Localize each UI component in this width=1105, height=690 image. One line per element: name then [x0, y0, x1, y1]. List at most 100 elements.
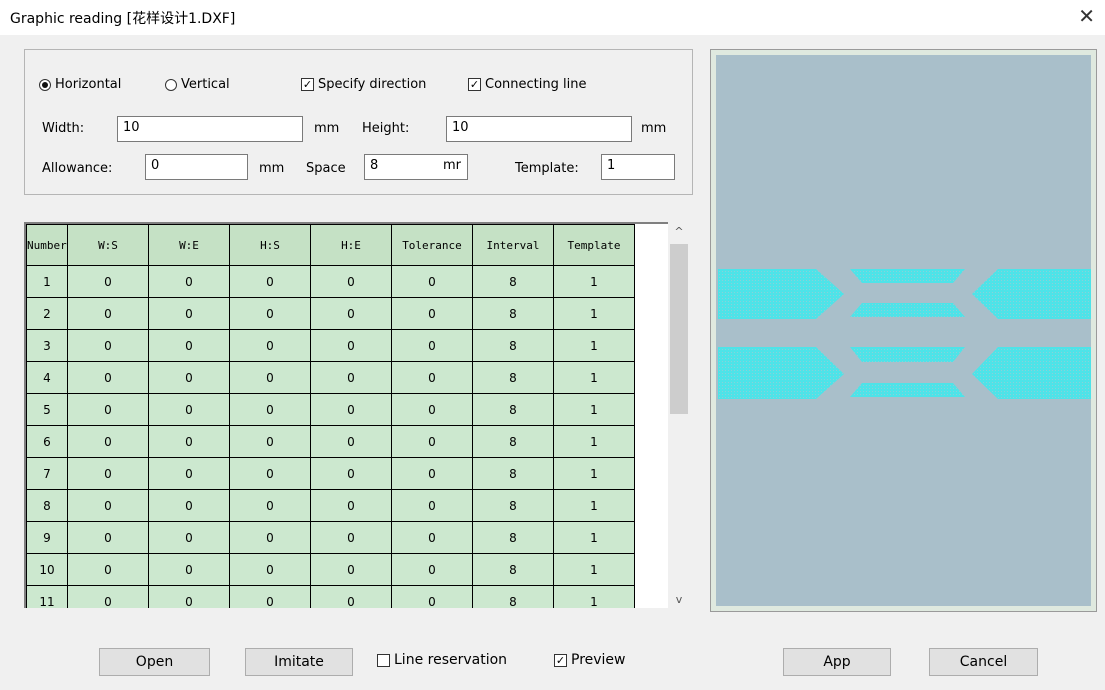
radio-vertical[interactable]: Vertical: [165, 77, 230, 92]
table-cell[interactable]: 0: [67, 361, 149, 394]
preview-checkmark-icon[interactable]: ✓: [554, 653, 567, 667]
column-header[interactable]: Interval: [472, 224, 554, 266]
table-scrollbar[interactable]: ^ v: [668, 222, 690, 610]
app-button[interactable]: App: [783, 648, 891, 676]
table-cell[interactable]: 0: [148, 265, 230, 298]
table-row[interactable]: 90000081: [26, 521, 635, 554]
table-cell[interactable]: 0: [391, 521, 473, 554]
table-cell[interactable]: 1: [553, 489, 635, 522]
table-row[interactable]: 30000081: [26, 329, 635, 362]
table-cell[interactable]: 0: [67, 457, 149, 490]
table-cell[interactable]: 0: [391, 425, 473, 458]
table-cell[interactable]: 0: [148, 297, 230, 330]
scroll-down-icon[interactable]: v: [668, 590, 690, 610]
column-header[interactable]: W:S: [67, 224, 149, 266]
table-row[interactable]: 70000081: [26, 457, 635, 490]
table-cell[interactable]: 7: [26, 457, 68, 490]
table-cell[interactable]: 0: [310, 553, 392, 586]
table-cell[interactable]: 0: [67, 489, 149, 522]
table-cell[interactable]: 0: [229, 297, 311, 330]
table-cell[interactable]: 0: [310, 585, 392, 608]
table-cell[interactable]: 0: [310, 393, 392, 426]
table-cell[interactable]: 8: [472, 297, 554, 330]
checkbox-specify-direction[interactable]: ✓ Specify direction: [301, 77, 426, 92]
table-cell[interactable]: 0: [148, 393, 230, 426]
table-cell[interactable]: 0: [67, 425, 149, 458]
table-cell[interactable]: 0: [229, 521, 311, 554]
table-cell[interactable]: 8: [472, 521, 554, 554]
table-cell[interactable]: 8: [472, 585, 554, 608]
table-cell[interactable]: 0: [310, 329, 392, 362]
table-cell[interactable]: 0: [391, 489, 473, 522]
table-cell[interactable]: 0: [148, 329, 230, 362]
table-cell[interactable]: 3: [26, 329, 68, 362]
table-cell[interactable]: 0: [148, 585, 230, 608]
table-cell[interactable]: 0: [310, 489, 392, 522]
table-cell[interactable]: 0: [148, 361, 230, 394]
table-cell[interactable]: 1: [553, 457, 635, 490]
width-input[interactable]: 10: [117, 116, 303, 142]
table-cell[interactable]: 0: [310, 361, 392, 394]
scrollbar-thumb[interactable]: [670, 244, 688, 414]
table-cell[interactable]: 0: [310, 425, 392, 458]
table-cell[interactable]: 5: [26, 393, 68, 426]
table-cell[interactable]: 0: [391, 329, 473, 362]
space-input[interactable]: 8 mr: [364, 154, 468, 180]
column-header[interactable]: H:E: [310, 224, 392, 266]
table-row[interactable]: 10 0 0 0 0 0 8 1: [26, 553, 635, 586]
table-cell[interactable]: 0: [391, 553, 473, 586]
table-cell[interactable]: 0: [391, 393, 473, 426]
table-cell[interactable]: 8: [472, 489, 554, 522]
table-cell[interactable]: 0: [148, 489, 230, 522]
table-cell[interactable]: 9: [26, 521, 68, 554]
table-cell[interactable]: 0: [67, 521, 149, 554]
close-icon[interactable]: ✕: [1078, 4, 1095, 28]
table-cell[interactable]: 0: [148, 521, 230, 554]
checkbox-connecting-line[interactable]: ✓ Connecting line: [468, 77, 586, 92]
table-cell[interactable]: 2: [26, 297, 68, 330]
table-row[interactable]: 20000081: [26, 297, 635, 330]
checkbox-preview[interactable]: ✓ Preview: [554, 652, 626, 668]
checkbox-line-reservation[interactable]: Line reservation: [377, 652, 507, 668]
table-cell[interactable]: 6: [26, 425, 68, 458]
table-cell[interactable]: 0: [148, 553, 230, 586]
table-cell[interactable]: 1: [553, 361, 635, 394]
table-cell[interactable]: 1: [553, 265, 635, 298]
table-row[interactable]: 60000081: [26, 425, 635, 458]
column-header[interactable]: Number: [26, 224, 68, 266]
table-cell[interactable]: 0: [67, 393, 149, 426]
table-cell[interactable]: 8: [26, 489, 68, 522]
table-cell[interactable]: 0: [310, 457, 392, 490]
table-cell[interactable]: 0: [229, 425, 311, 458]
table-cell[interactable]: 0: [148, 425, 230, 458]
column-header[interactable]: Template: [553, 224, 635, 266]
table-cell[interactable]: 0: [67, 585, 149, 608]
table-row[interactable]: 40000081: [26, 361, 635, 394]
table-cell[interactable]: 4: [26, 361, 68, 394]
table-cell[interactable]: 0: [391, 265, 473, 298]
table-cell[interactable]: 8: [472, 361, 554, 394]
column-header[interactable]: H:S: [229, 224, 311, 266]
data-grid[interactable]: Number W:S W:E H:S H:E Tolerance Interva…: [24, 222, 668, 608]
table-row[interactable]: 80000081: [26, 489, 635, 522]
table-cell[interactable]: 11: [26, 585, 68, 608]
table-cell[interactable]: 0: [229, 457, 311, 490]
table-cell[interactable]: 1: [553, 425, 635, 458]
table-row[interactable]: 50000081: [26, 393, 635, 426]
table-cell[interactable]: 10: [26, 553, 68, 586]
table-cell[interactable]: 1: [553, 521, 635, 554]
table-cell[interactable]: 8: [472, 457, 554, 490]
table-cell[interactable]: 0: [148, 457, 230, 490]
table-row[interactable]: 10000081: [26, 265, 635, 298]
specify-direction-checkmark-icon[interactable]: ✓: [301, 78, 314, 91]
open-button[interactable]: Open: [99, 648, 210, 676]
allowance-input[interactable]: 0: [145, 154, 248, 180]
table-cell[interactable]: 0: [67, 553, 149, 586]
table-cell[interactable]: 0: [229, 489, 311, 522]
table-cell[interactable]: 1: [26, 265, 68, 298]
table-cell[interactable]: 0: [310, 297, 392, 330]
table-cell[interactable]: 0: [67, 329, 149, 362]
table-cell[interactable]: 1: [553, 297, 635, 330]
connecting-line-checkmark-icon[interactable]: ✓: [468, 78, 481, 91]
table-cell[interactable]: 0: [67, 265, 149, 298]
